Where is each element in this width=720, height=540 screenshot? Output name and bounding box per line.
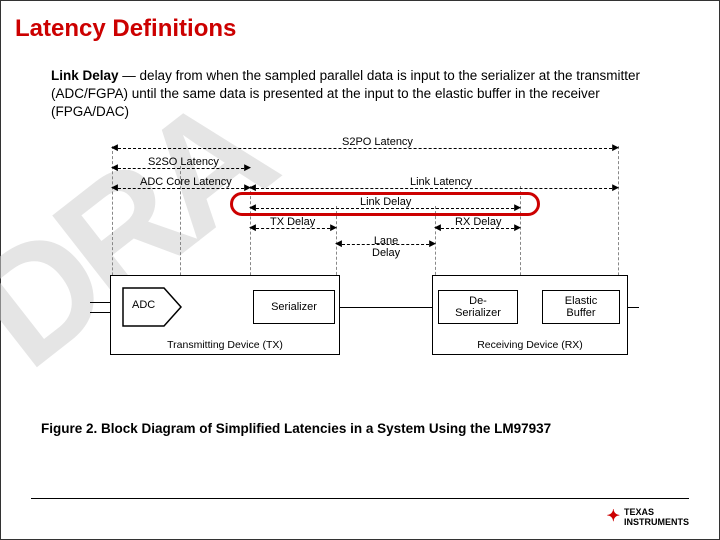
- link-delay-highlight: [230, 192, 540, 216]
- deserializer-block: De- Serializer: [438, 290, 518, 324]
- tx-device-label: Transmitting Device (TX): [111, 339, 339, 351]
- footer-brand: ✦ TEXAS INSTRUMENTS: [607, 508, 689, 527]
- definition-term: Link Delay: [51, 68, 119, 83]
- label-rx-delay: RX Delay: [455, 216, 501, 228]
- label-s2po: S2PO Latency: [342, 136, 413, 148]
- footer-rule: [31, 498, 689, 499]
- block-diagram: ◀▶ S2PO Latency ◀▶ S2SO Latency ◀▶ ADC C…: [80, 140, 640, 415]
- label-s2so: S2SO Latency: [148, 156, 219, 168]
- brand-bottom: INSTRUMENTS: [624, 518, 689, 527]
- elastic-buffer-block: Elastic Buffer: [542, 290, 620, 324]
- label-adc-core: ADC Core Latency: [140, 176, 232, 188]
- label-link-latency: Link Latency: [410, 176, 472, 188]
- definition-paragraph: Link Delay — delay from when the sampled…: [1, 43, 719, 122]
- label-tx-delay: TX Delay: [270, 216, 315, 228]
- definition-sep: —: [119, 68, 140, 83]
- page-title: Latency Definitions: [1, 1, 719, 43]
- rx-device-label: Receiving Device (RX): [433, 339, 627, 351]
- figure-caption: Figure 2. Block Diagram of Simplified La…: [41, 421, 719, 436]
- adc-label: ADC: [132, 299, 155, 311]
- label-lane-delay: Lane Delay: [372, 235, 400, 259]
- ti-logo-icon: ✦: [607, 509, 618, 526]
- adc-block: ADC: [122, 287, 182, 327]
- serializer-block: Serializer: [253, 290, 335, 324]
